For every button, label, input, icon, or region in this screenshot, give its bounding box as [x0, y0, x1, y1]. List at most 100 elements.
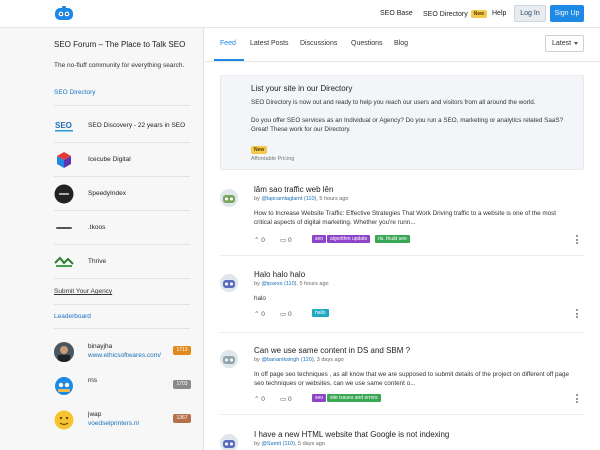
leaderboard-item[interactable]: rns 1703	[54, 374, 194, 400]
post-by: by	[254, 196, 260, 202]
leaderboard-item[interactable]: jwap voedselprinters.nl 1367	[54, 408, 194, 434]
vote-count: 0	[261, 311, 265, 318]
comments-button[interactable]: ▭ 0	[280, 395, 292, 403]
tab-discussions[interactable]: Discussions	[300, 40, 337, 47]
submit-agency-link[interactable]: Submit Your Agency	[54, 288, 112, 295]
post-time: , 5 hours ago	[296, 281, 329, 287]
post-author[interactable]: @Samit (110)	[261, 441, 295, 447]
post-title[interactable]: lâm sao traffic web lên	[254, 185, 333, 194]
bot-avatar-icon	[220, 189, 238, 207]
arrow-up-icon: ⌃	[254, 396, 260, 403]
post-divider	[220, 332, 584, 333]
comment-count: 0	[287, 237, 292, 244]
post-title[interactable]: I have a new HTML website that Google is…	[254, 430, 449, 439]
arrow-up-icon: ⌃	[254, 237, 260, 244]
tag[interactable]: seo	[312, 394, 327, 402]
post-by: by	[254, 281, 260, 287]
comment-count: 0	[287, 311, 292, 318]
tag[interactable]: hallo	[312, 309, 329, 317]
post-author[interactable]: @ipsexs (110)	[261, 281, 296, 287]
bot-avatar-icon	[220, 434, 238, 450]
more-options-icon[interactable]	[576, 394, 579, 405]
leaderboard-site-link[interactable]: voedselprinters.nl	[88, 420, 139, 427]
post-excerpt: In off page seo techniques , as all know…	[254, 371, 570, 387]
directory-item[interactable]: Thrive	[54, 250, 194, 274]
tab-feed[interactable]: Feed	[220, 40, 236, 47]
promo-title: List your site in our Directory	[251, 84, 353, 93]
leaderboard-item[interactable]: binayjha www.ethicsoftwares.com/ 1713	[54, 340, 194, 366]
post-meta: by @bananiksingh (120), 3 days ago	[254, 357, 344, 363]
nav-seo-base[interactable]: SEO Base	[380, 10, 413, 17]
directory-heading[interactable]: SEO Directory	[54, 89, 96, 96]
comment-icon: ▭	[280, 396, 287, 403]
nav-seo-directory-label: SEO Directory	[423, 11, 468, 18]
forum-title: SEO Forum – The Place to Talk SEO	[54, 40, 186, 49]
comments-button[interactable]: ▭ 0	[280, 310, 292, 318]
upvote-button[interactable]: ⌃ 0	[254, 236, 265, 244]
post-title[interactable]: Can we use same content in DS and SBM ?	[254, 346, 410, 355]
avatar	[54, 376, 74, 396]
avatar	[54, 342, 74, 362]
comment-count: 0	[287, 396, 292, 403]
directory-item-name: SpeedyIndex	[88, 190, 126, 197]
site-logo-icon[interactable]	[54, 6, 74, 21]
avatar	[54, 410, 74, 430]
thrive-logo-icon	[54, 252, 74, 272]
bot-avatar-icon	[220, 350, 238, 368]
post-item[interactable]: Halo halo halo by @ipsexs (110), 5 hours…	[220, 270, 584, 325]
upvote-button[interactable]: ⌃ 0	[254, 310, 265, 318]
post-item[interactable]: lâm sao traffic web lên by @lapcamlaglam…	[220, 185, 584, 245]
post-time: , 5 days ago	[294, 441, 325, 447]
directory-item[interactable]: SpeedyIndex	[54, 182, 194, 206]
tab-latest-posts[interactable]: Latest Posts	[250, 40, 289, 47]
sort-dropdown[interactable]: Latest	[545, 35, 584, 52]
arrow-up-icon: ⌃	[254, 311, 260, 318]
sidebar-divider	[54, 142, 190, 143]
directory-item-name: Icecube Digital	[88, 156, 131, 163]
nav-seo-directory[interactable]: SEO Directory New	[423, 10, 488, 18]
promo-text: Do you offer SEO services as an Individu…	[251, 117, 564, 133]
tag[interactable]: seo	[312, 235, 327, 243]
leaderboard-heading[interactable]: Leaderboard	[54, 313, 91, 320]
new-badge: New	[251, 146, 268, 154]
more-options-icon[interactable]	[576, 309, 579, 320]
post-excerpt: How to Increase Website Traffic: Effecti…	[254, 210, 557, 226]
post-item[interactable]: Can we use same content in DS and SBM ? …	[220, 346, 584, 408]
post-item[interactable]: I have a new HTML website that Google is…	[220, 430, 584, 450]
post-by: by	[254, 357, 260, 363]
chevron-down-icon	[574, 42, 578, 45]
new-badge: New	[470, 10, 488, 18]
sidebar-divider	[54, 304, 190, 305]
tag[interactable]: algorithm update	[327, 235, 371, 243]
leaderboard-site-link[interactable]: www.ethicsoftwares.com/	[88, 352, 161, 359]
sidebar-divider	[54, 244, 190, 245]
tag[interactable]: ris. thuật seo	[375, 235, 410, 243]
directory-item-name: Thrive	[88, 258, 107, 265]
speedyindex-logo-icon	[54, 184, 74, 204]
feed-tabs: Feed Latest Posts Discussions Questions …	[205, 28, 600, 62]
post-title[interactable]: Halo halo halo	[254, 270, 305, 279]
leaderboard-name: jwap	[88, 411, 102, 418]
sidebar-divider	[54, 328, 190, 329]
more-options-icon[interactable]	[576, 235, 579, 246]
promo-text: SEO Directory is now out and ready to he…	[251, 99, 536, 106]
leaderboard-name: rns	[88, 377, 98, 384]
sidebar-divider	[54, 176, 190, 177]
signup-button[interactable]: Sign Up	[550, 5, 584, 22]
forum-tagline: The no-fluff community for everything se…	[54, 62, 185, 69]
nav-help[interactable]: Help	[492, 10, 506, 17]
directory-item[interactable]: SEO SEO Discovery - 22 years in SEO	[54, 114, 194, 138]
tag[interactable]: site issues and errors	[327, 394, 381, 402]
login-button[interactable]: Log In	[514, 5, 546, 22]
tab-blog[interactable]: Blog	[394, 40, 408, 47]
sidebar-divider	[54, 278, 190, 279]
tab-questions[interactable]: Questions	[351, 40, 383, 47]
directory-item[interactable]: .tkoos	[54, 216, 194, 240]
upvote-button[interactable]: ⌃ 0	[254, 395, 265, 403]
directory-item[interactable]: Icecube Digital	[54, 148, 194, 172]
post-author[interactable]: @lapcamlaglamt (110)	[261, 196, 316, 202]
post-author[interactable]: @bananiksingh (120)	[261, 357, 313, 363]
directory-promo-card[interactable]: List your site in our Directory SEO Dire…	[220, 75, 584, 170]
post-meta: by @lapcamlaglamt (110), 5 hours ago	[254, 196, 348, 202]
comments-button[interactable]: ▭ 0	[280, 236, 292, 244]
